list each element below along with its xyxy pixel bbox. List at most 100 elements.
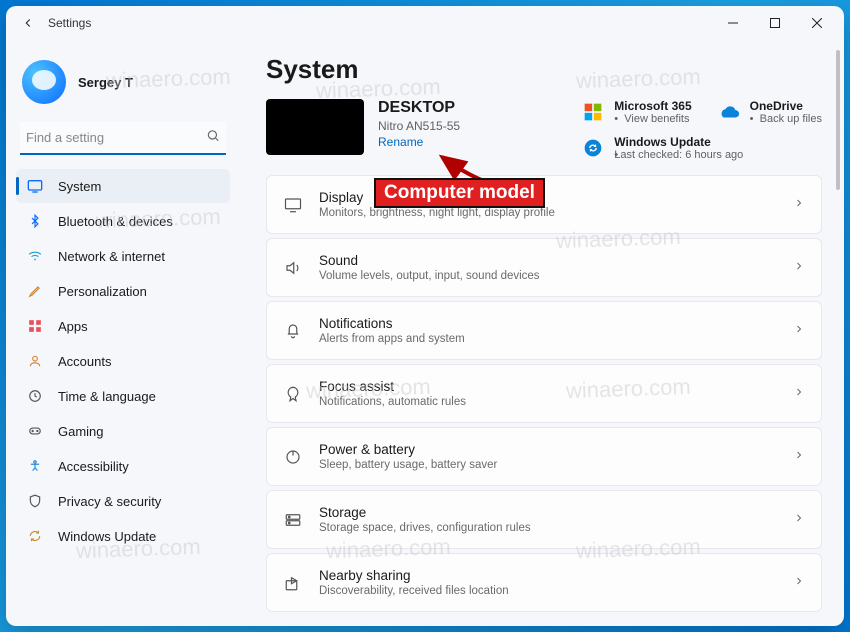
sidebar-item-apps[interactable]: Apps bbox=[16, 309, 230, 343]
tile-sound[interactable]: Sound Volume levels, output, input, soun… bbox=[266, 238, 822, 297]
sidebar-item-bluetooth[interactable]: Bluetooth & devices bbox=[16, 204, 230, 238]
settings-window: Settings Sergey T bbox=[6, 6, 844, 626]
content-scrollbar[interactable] bbox=[836, 50, 840, 616]
sidebar-item-gaming[interactable]: Gaming bbox=[16, 414, 230, 448]
personalization-icon bbox=[26, 282, 44, 300]
chevron-right-icon bbox=[793, 259, 805, 277]
accounts-icon bbox=[26, 352, 44, 370]
timelang-icon bbox=[26, 387, 44, 405]
microsoft365-icon bbox=[582, 101, 604, 123]
sidebar-item-network[interactable]: Network & internet bbox=[16, 239, 230, 273]
quicklink-windows-update[interactable]: Windows Update Last checked: 6 hours ago bbox=[582, 135, 822, 161]
quicklink-title: OneDrive bbox=[750, 99, 822, 113]
storage-icon bbox=[283, 510, 303, 530]
tile-sub: Discoverability, received files location bbox=[319, 585, 777, 597]
sound-icon bbox=[283, 258, 303, 278]
onedrive-icon bbox=[718, 101, 740, 123]
tile-notifications[interactable]: Notifications Alerts from apps and syste… bbox=[266, 301, 822, 360]
search-input[interactable] bbox=[20, 122, 226, 153]
tile-sub: Monitors, brightness, night light, displ… bbox=[319, 207, 777, 219]
gaming-icon bbox=[26, 422, 44, 440]
sidebar-item-label: Network & internet bbox=[58, 249, 165, 264]
profile-header[interactable]: Sergey T bbox=[16, 50, 230, 118]
quicklink-sub: View benefits bbox=[614, 113, 691, 125]
window-title: Settings bbox=[48, 16, 91, 30]
tile-sub: Sleep, battery usage, battery saver bbox=[319, 459, 777, 471]
chevron-right-icon bbox=[793, 322, 805, 340]
sidebar-item-label: Apps bbox=[58, 319, 88, 334]
display-icon bbox=[283, 195, 303, 215]
bluetooth-icon bbox=[26, 212, 44, 230]
tile-nearby-sharing[interactable]: Nearby sharing Discoverability, received… bbox=[266, 553, 822, 612]
sidebar-item-system[interactable]: System bbox=[16, 169, 230, 203]
tile-sub: Alerts from apps and system bbox=[319, 333, 777, 345]
accessibility-icon bbox=[26, 457, 44, 475]
sidebar-item-time-language[interactable]: Time & language bbox=[16, 379, 230, 413]
tile-title: Focus assist bbox=[319, 379, 777, 394]
device-model: Nitro AN515-55 bbox=[378, 119, 460, 133]
tile-sub: Notifications, automatic rules bbox=[319, 396, 777, 408]
settings-list: Display Monitors, brightness, night ligh… bbox=[266, 175, 826, 614]
quicklink-microsoft365[interactable]: Microsoft 365 View benefits bbox=[582, 99, 691, 125]
device-block: DESKTOP Nitro AN515-55 Rename bbox=[266, 99, 460, 155]
titlebar: Settings bbox=[6, 6, 844, 40]
chevron-right-icon bbox=[793, 448, 805, 466]
power-icon bbox=[283, 447, 303, 467]
quicklink-title: Windows Update bbox=[614, 135, 743, 149]
sidebar: Sergey T System bbox=[6, 40, 240, 626]
apps-icon bbox=[26, 317, 44, 335]
sidebar-item-label: Accounts bbox=[58, 354, 111, 369]
profile-name: Sergey T bbox=[78, 75, 133, 90]
tile-power-battery[interactable]: Power & battery Sleep, battery usage, ba… bbox=[266, 427, 822, 486]
system-header-grid: DESKTOP Nitro AN515-55 Rename Microsoft … bbox=[266, 99, 826, 161]
sidebar-item-accessibility[interactable]: Accessibility bbox=[16, 449, 230, 483]
device-image bbox=[266, 99, 364, 155]
chevron-right-icon bbox=[793, 196, 805, 214]
sidebar-item-personalization[interactable]: Personalization bbox=[16, 274, 230, 308]
tile-display[interactable]: Display Monitors, brightness, night ligh… bbox=[266, 175, 822, 234]
tile-title: Nearby sharing bbox=[319, 568, 777, 583]
tile-title: Display bbox=[319, 190, 777, 205]
sidebar-item-label: Windows Update bbox=[58, 529, 156, 544]
minimize-button[interactable] bbox=[712, 6, 754, 40]
sidebar-item-windows-update[interactable]: Windows Update bbox=[16, 519, 230, 553]
network-icon bbox=[26, 247, 44, 265]
tile-sub: Storage space, drives, configuration rul… bbox=[319, 522, 777, 534]
sidebar-item-label: Accessibility bbox=[58, 459, 129, 474]
page-title: System bbox=[266, 54, 826, 85]
sidebar-item-accounts[interactable]: Accounts bbox=[16, 344, 230, 378]
maximize-button[interactable] bbox=[754, 6, 796, 40]
search-icon bbox=[206, 128, 220, 147]
device-name: DESKTOP bbox=[378, 99, 460, 117]
sidebar-nav: System Bluetooth & devices Network & int… bbox=[16, 169, 230, 553]
tile-title: Storage bbox=[319, 505, 777, 520]
tile-title: Sound bbox=[319, 253, 777, 268]
sidebar-item-label: Bluetooth & devices bbox=[58, 214, 173, 229]
tile-title: Power & battery bbox=[319, 442, 777, 457]
update-icon bbox=[26, 527, 44, 545]
focus-icon bbox=[283, 384, 303, 404]
windows-update-icon bbox=[582, 137, 604, 159]
content-area: System DESKTOP Nitro AN515-55 Rename bbox=[240, 40, 844, 626]
tile-focus-assist[interactable]: Focus assist Notifications, automatic ru… bbox=[266, 364, 822, 423]
share-icon bbox=[283, 573, 303, 593]
sidebar-item-label: Gaming bbox=[58, 424, 104, 439]
chevron-right-icon bbox=[793, 574, 805, 592]
avatar bbox=[22, 60, 66, 104]
sidebar-item-privacy[interactable]: Privacy & security bbox=[16, 484, 230, 518]
quicklink-sub: Back up files bbox=[750, 113, 822, 125]
notifications-icon bbox=[283, 321, 303, 341]
sidebar-item-label: System bbox=[58, 179, 101, 194]
rename-link[interactable]: Rename bbox=[378, 135, 460, 149]
search-box[interactable] bbox=[20, 122, 226, 155]
chevron-right-icon bbox=[793, 511, 805, 529]
tile-storage[interactable]: Storage Storage space, drives, configura… bbox=[266, 490, 822, 549]
chevron-right-icon bbox=[793, 385, 805, 403]
scrollbar-thumb[interactable] bbox=[836, 50, 840, 190]
quicklink-onedrive[interactable]: OneDrive Back up files bbox=[718, 99, 822, 125]
close-button[interactable] bbox=[796, 6, 838, 40]
sidebar-item-label: Privacy & security bbox=[58, 494, 161, 509]
tile-title: Notifications bbox=[319, 316, 777, 331]
back-button[interactable] bbox=[16, 11, 40, 35]
sidebar-item-label: Personalization bbox=[58, 284, 147, 299]
